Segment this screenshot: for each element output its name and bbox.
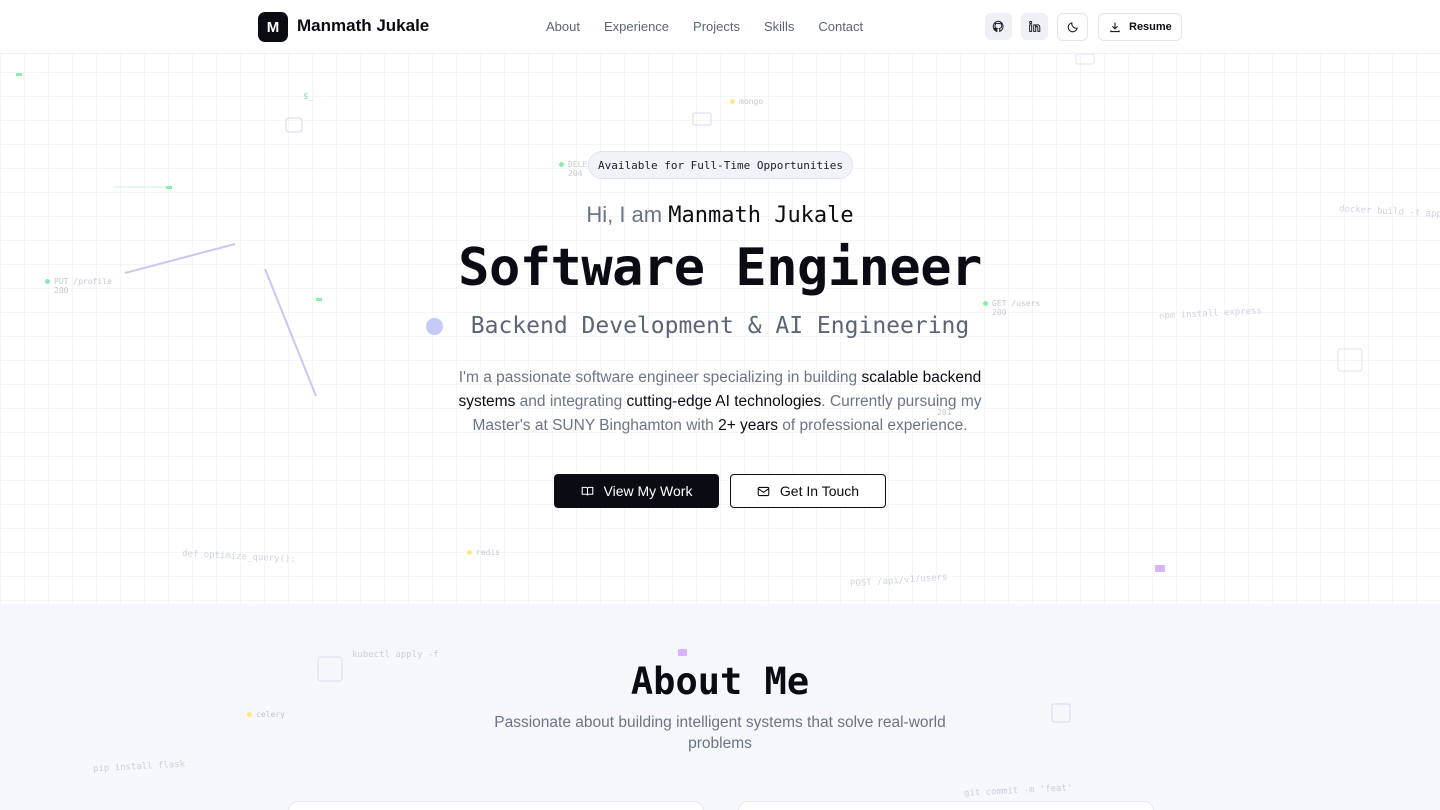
download-icon [1110, 22, 1120, 33]
cube-icon [1051, 703, 1071, 723]
cube-icon [1337, 348, 1363, 372]
decorative-dash [316, 298, 322, 301]
nav-about[interactable]: About [546, 19, 580, 34]
server-icon [1075, 53, 1095, 65]
nav-contact[interactable]: Contact [818, 19, 863, 34]
database-icon [285, 117, 303, 133]
greeting-text: Hi, I am [586, 202, 663, 227]
top-navbar: M Manmath Jukale About Experience Projec… [0, 0, 1440, 54]
decorative-dash [166, 186, 172, 189]
nav-skills[interactable]: Skills [764, 19, 794, 34]
server-icon [692, 112, 712, 126]
linkedin-button[interactable] [1021, 13, 1048, 40]
greeting-name: Manmath Jukale [668, 203, 854, 228]
chip-icon [678, 649, 687, 656]
decorative-dash [16, 73, 22, 76]
about-title: About Me [630, 660, 810, 703]
theme-toggle-button[interactable] [1057, 13, 1088, 41]
about-card [288, 801, 704, 810]
view-my-work-button[interactable]: View My Work [554, 474, 719, 508]
moon-icon [1067, 22, 1078, 33]
main-nav: About Experience Projects Skills Contact [546, 19, 863, 34]
get-in-touch-button[interactable]: Get In Touch [730, 474, 886, 508]
linkedin-icon [1029, 20, 1041, 32]
nav-experience[interactable]: Experience [604, 19, 669, 34]
resume-download-button[interactable]: Resume [1098, 13, 1182, 41]
resume-label: Resume [1129, 21, 1172, 33]
book-icon [581, 486, 593, 496]
mail-icon [757, 486, 770, 496]
github-button[interactable] [985, 13, 1012, 40]
hero-title: Software Engineer [458, 238, 982, 298]
about-card [738, 801, 1154, 810]
github-icon [992, 20, 1004, 33]
chip-icon [1155, 565, 1165, 572]
highlight-years: 2+ years [718, 417, 778, 434]
hero-subtitle: Backend Development & AI Engineering [470, 313, 970, 339]
hero-description: I'm a passionate software engineer speci… [458, 369, 982, 434]
view-my-work-label: View My Work [603, 483, 693, 499]
nav-projects[interactable]: Projects [693, 19, 740, 34]
get-in-touch-label: Get In Touch [779, 483, 860, 499]
availability-badge: Available for Full-Time Opportunities [588, 151, 853, 179]
logo-mark[interactable]: M [258, 12, 288, 42]
hero-greeting: Hi, I am Manmath Jukale [0, 202, 1440, 228]
highlight-ai: cutting-edge AI technologies [626, 393, 822, 410]
about-subtitle: Passionate about building intelligent sy… [494, 714, 946, 752]
logo-name[interactable]: Manmath Jukale [297, 16, 429, 36]
